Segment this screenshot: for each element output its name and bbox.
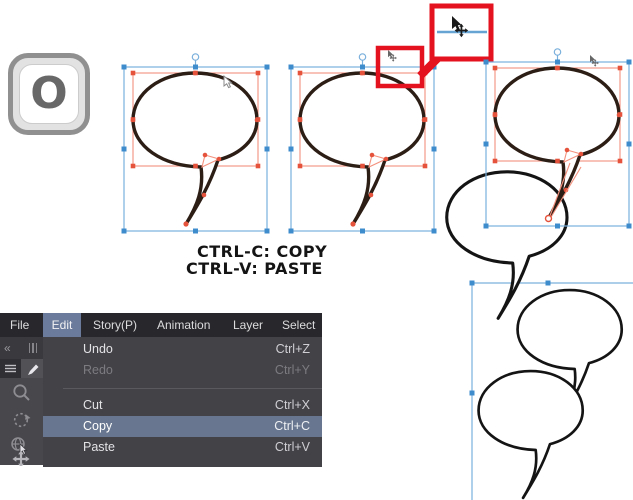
menu-bar: File Edit Story(P) Animation Layer Selec… [0, 313, 322, 337]
move-cursor-icon [388, 50, 397, 62]
menu-item-undo[interactable]: Undo Ctrl+Z [43, 339, 322, 360]
menu-item-paste[interactable]: Paste Ctrl+V [43, 437, 322, 458]
key-o-icon: O [8, 53, 90, 135]
callout-zoom-box [429, 3, 494, 62]
menu-item-copy[interactable]: Copy Ctrl+C [43, 416, 322, 437]
menu-select[interactable]: Select [282, 313, 315, 337]
pen-tool-icon[interactable] [21, 359, 43, 378]
menu-layer[interactable]: Layer [233, 313, 263, 337]
move-cursor-icon [590, 55, 599, 67]
key-o-label: O [30, 68, 68, 119]
menu-icon[interactable] [0, 359, 21, 378]
collapse-icon[interactable]: « [4, 340, 11, 356]
tutorial-image: O CTRL-C: COPY CTRL-V: PASTE File Edit S… [0, 0, 633, 500]
move-tool-icon[interactable] [12, 444, 32, 468]
zoom-tool-icon[interactable] [12, 383, 32, 403]
menu-edit[interactable]: Edit [43, 313, 81, 337]
caption-paste: CTRL-V: PASTE [186, 259, 323, 278]
edit-dropdown-menu: Undo Ctrl+Z Redo Ctrl+Y Cut Ctrl+X Copy … [43, 337, 322, 467]
bubble-pasted-bottom[interactable] [477, 369, 585, 500]
grip-icon[interactable] [28, 343, 37, 353]
menu-separator [63, 388, 322, 389]
bubble-1-selected[interactable] [122, 54, 270, 234]
menu-story[interactable]: Story(P) [93, 313, 137, 337]
menu-panel: File Edit Story(P) Animation Layer Selec… [0, 313, 322, 468]
menu-animation[interactable]: Animation [157, 313, 210, 337]
bubble-2-selected[interactable] [289, 50, 437, 234]
rotate-tool-icon[interactable] [12, 410, 32, 430]
menu-file[interactable]: File [10, 313, 29, 337]
menu-item-redo[interactable]: Redo Ctrl+Y [43, 360, 322, 381]
tool-strip: « [0, 337, 43, 468]
menu-item-cut[interactable]: Cut Ctrl+X [43, 395, 322, 416]
